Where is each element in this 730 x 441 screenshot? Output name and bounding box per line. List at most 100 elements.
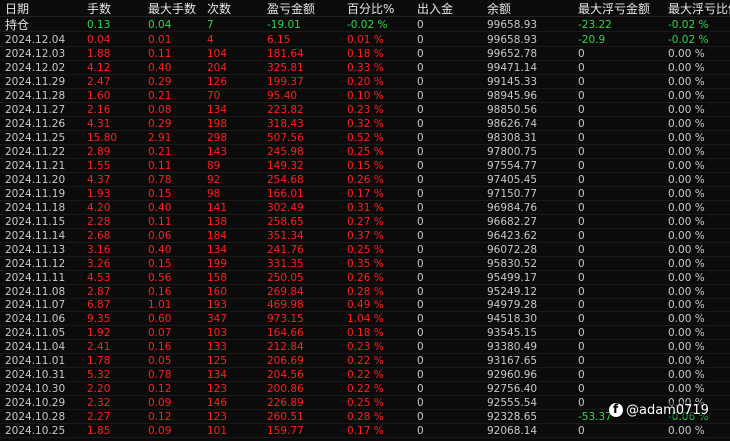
table-row[interactable]: 2024.11.13 3.16 0.40 134 241.76 0.25 % 0 96072.… — [0, 243, 730, 257]
row-max-float-loss: 0 — [578, 103, 585, 116]
header-deposit-withdraw[interactable]: 出入金 — [417, 2, 453, 17]
row-max-lots: 0.09 — [148, 425, 172, 438]
table-row[interactable]: 2024.11.22 2.89 0.21 143 245.98 0.25 % 0 97800.… — [0, 145, 730, 159]
row-max-float-loss: 0 — [578, 215, 585, 228]
row-max-lots: 0.09 — [148, 397, 172, 410]
row-count: 204 — [207, 61, 228, 74]
header-lots[interactable]: 手数 — [87, 2, 111, 17]
row-date: 2024.11.15 — [5, 215, 66, 228]
row-date: 2024.12.02 — [5, 61, 66, 74]
table-row[interactable]: 2024.10.25 1.85 0.09 101 159.77 0.17 % 0 92068.… — [0, 424, 730, 439]
position-label: 持仓 — [5, 18, 30, 32]
table-row[interactable]: 2024.11.06 9.35 0.60 347 973.15 1.04 % 0 94518.… — [0, 312, 730, 327]
row-lots: 1.85 — [87, 425, 111, 438]
row-max-float-loss-pct: 0.00 % — [668, 131, 705, 144]
row-percent: 0.17 % — [347, 187, 384, 200]
row-max-float-loss: 0 — [578, 48, 585, 60]
table-row[interactable]: 2024.11.19 1.93 0.15 98 166.01 0.17 % 0 97150.7… — [0, 187, 730, 201]
row-date: 2024.11.12 — [5, 257, 66, 270]
table-row[interactable]: 2024.11.26 4.31 0.29 198 318.43 0.32 % 0 98626.… — [0, 117, 730, 131]
row-balance: 99658.93 — [487, 34, 538, 46]
table-row[interactable]: 2024.12.03 1.88 0.11 104 181.64 0.18 % 0 99652.… — [0, 47, 730, 61]
row-date: 2024.11.19 — [5, 187, 66, 200]
table-row[interactable]: 2024.11.11 4.53 0.56 158 250.05 0.26 % 0 95499.… — [0, 271, 730, 285]
row-max-lots: 0.01 — [148, 34, 172, 46]
row-max-float-loss-pct: 0.00 % — [668, 383, 705, 396]
row-max-lots: 0.40 — [148, 61, 172, 74]
table-row[interactable]: 2024.10.31 5.32 0.78 134 204.56 0.22 % 0 92960.… — [0, 368, 730, 383]
row-flow: 0 — [417, 369, 424, 382]
row-flow: 0 — [417, 173, 424, 186]
header-max-float-loss[interactable]: 最大浮亏金额 — [578, 2, 650, 17]
header-max-float-loss-pct[interactable]: 最大浮亏比例 — [668, 2, 730, 17]
row-max-float-loss: 0 — [578, 271, 585, 284]
row-flow: 0 — [417, 229, 424, 242]
row-balance: 94518.30 — [487, 313, 538, 326]
row-count: 184 — [207, 229, 228, 242]
row-profit: 149.32 — [267, 159, 304, 172]
row-flow: 0 — [417, 145, 424, 158]
row-flow: 0 — [417, 313, 424, 326]
row-count: 104 — [207, 48, 228, 60]
row-max-lots: 0.11 — [148, 159, 172, 172]
row-lots: 15.80 — [87, 131, 118, 144]
table-row[interactable]: 2024.11.15 2.28 0.11 138 258.65 0.27 % 0 96682.… — [0, 215, 730, 229]
table-row[interactable]: 2024.11.29 2.47 0.29 126 199.37 0.20 % 0 99145.… — [0, 75, 730, 89]
table-row[interactable]: 2024.11.04 2.41 0.16 133 212.84 0.23 % 0 93380.… — [0, 340, 730, 355]
position-flow: 0 — [417, 19, 424, 31]
row-max-float-loss: 0 — [578, 145, 585, 158]
row-profit: 250.05 — [267, 271, 304, 284]
table-row[interactable]: 2024.11.12 3.26 0.15 199 331.35 0.35 % 0 95830.… — [0, 257, 730, 271]
table-row[interactable]: 2024.11.05 1.92 0.07 103 164.66 0.18 % 0 93545.… — [0, 326, 730, 341]
row-date: 2024.11.07 — [5, 299, 66, 312]
row-lots: 4.53 — [87, 271, 111, 284]
row-profit: 181.64 — [267, 48, 304, 60]
row-flow: 0 — [417, 117, 424, 130]
row-date: 2024.11.05 — [5, 327, 66, 340]
row-lots: 2.89 — [87, 145, 111, 158]
row-max-float-loss: 0 — [578, 117, 585, 130]
row-date: 2024.10.29 — [5, 397, 66, 410]
table-row[interactable]: 2024.11.18 4.20 0.40 141 302.49 0.31 % 0 96984.… — [0, 201, 730, 215]
table-row[interactable]: 2024.11.20 4.37 0.78 92 254.68 0.26 % 0 97405.4… — [0, 173, 730, 187]
header-balance[interactable]: 余额 — [487, 2, 511, 17]
table-row[interactable]: 2024.10.30 2.20 0.12 123 200.86 0.22 % 0 92756.… — [0, 382, 730, 397]
row-percent: 0.28 % — [347, 285, 384, 298]
header-profit[interactable]: 盈亏金额 — [267, 2, 315, 17]
header-count[interactable]: 次数 — [207, 2, 231, 17]
header-percent[interactable]: 百分比% — [347, 2, 394, 17]
row-lots: 2.47 — [87, 75, 111, 88]
table-row[interactable]: 2024.11.14 2.68 0.06 184 351.34 0.37 % 0 96423.… — [0, 229, 730, 243]
row-count: 347 — [207, 313, 228, 326]
row-date: 2024.11.18 — [5, 201, 66, 214]
row-max-float-loss: 0 — [578, 299, 585, 312]
position-row[interactable]: 持仓 0.13 0.04 7 -19.01 -0.02 % 0 99658.93… — [0, 18, 730, 32]
table-row[interactable]: 2024.11.08 2.87 0.16 160 269.84 0.28 % 0 95249.… — [0, 285, 730, 299]
row-max-lots: 0.40 — [148, 243, 172, 256]
row-max-lots: 0.11 — [148, 215, 172, 228]
row-date: 2024.11.22 — [5, 145, 66, 158]
row-flow: 0 — [417, 201, 424, 214]
row-date: 2024.12.03 — [5, 48, 66, 60]
header-max-lots[interactable]: 最大手数 — [148, 2, 196, 17]
row-balance: 96984.76 — [487, 201, 538, 214]
table-row[interactable]: 2024.11.21 1.55 0.11 89 149.32 0.15 % 0 97554.7… — [0, 159, 730, 173]
row-count: 146 — [207, 397, 228, 410]
table-row[interactable]: 2024.12.02 4.12 0.40 204 325.81 0.33 % 0 99471.… — [0, 61, 730, 75]
table-row[interactable]: 2024.11.25 15.80 2.91 298 507.56 0.52 % 0 98308… — [0, 131, 730, 145]
row-max-float-loss: 0 — [578, 131, 585, 144]
row-max-float-loss-pct: 0.00 % — [668, 341, 705, 354]
table-row[interactable]: 2024.11.01 1.78 0.05 125 206.69 0.22 % 0 93167.… — [0, 354, 730, 369]
position-max-float-loss-pct: -0.02 % — [668, 19, 709, 31]
row-lots: 1.78 — [87, 355, 111, 368]
header-date[interactable]: 日期 — [5, 2, 29, 17]
row-max-float-loss: 0 — [578, 369, 585, 382]
row-max-float-loss-pct: 0.00 % — [668, 215, 705, 228]
row-percent: 0.23 % — [347, 103, 384, 116]
table-row[interactable]: 2024.11.28 1.60 0.21 70 95.40 0.10 % 0 98945.96… — [0, 89, 730, 103]
table-row[interactable]: 2024.11.27 2.16 0.08 134 223.82 0.23 % 0 98850.… — [0, 103, 730, 117]
row-profit: 206.69 — [267, 355, 304, 368]
table-row[interactable]: 2024.11.07 6.87 1.01 193 469.98 0.49 % 0 94979.… — [0, 298, 730, 313]
table-row[interactable]: 2024.12.04 0.04 0.01 4 6.15 0.01 % 0 99658.93 -2… — [0, 33, 730, 47]
row-date: 2024.10.30 — [5, 383, 66, 396]
